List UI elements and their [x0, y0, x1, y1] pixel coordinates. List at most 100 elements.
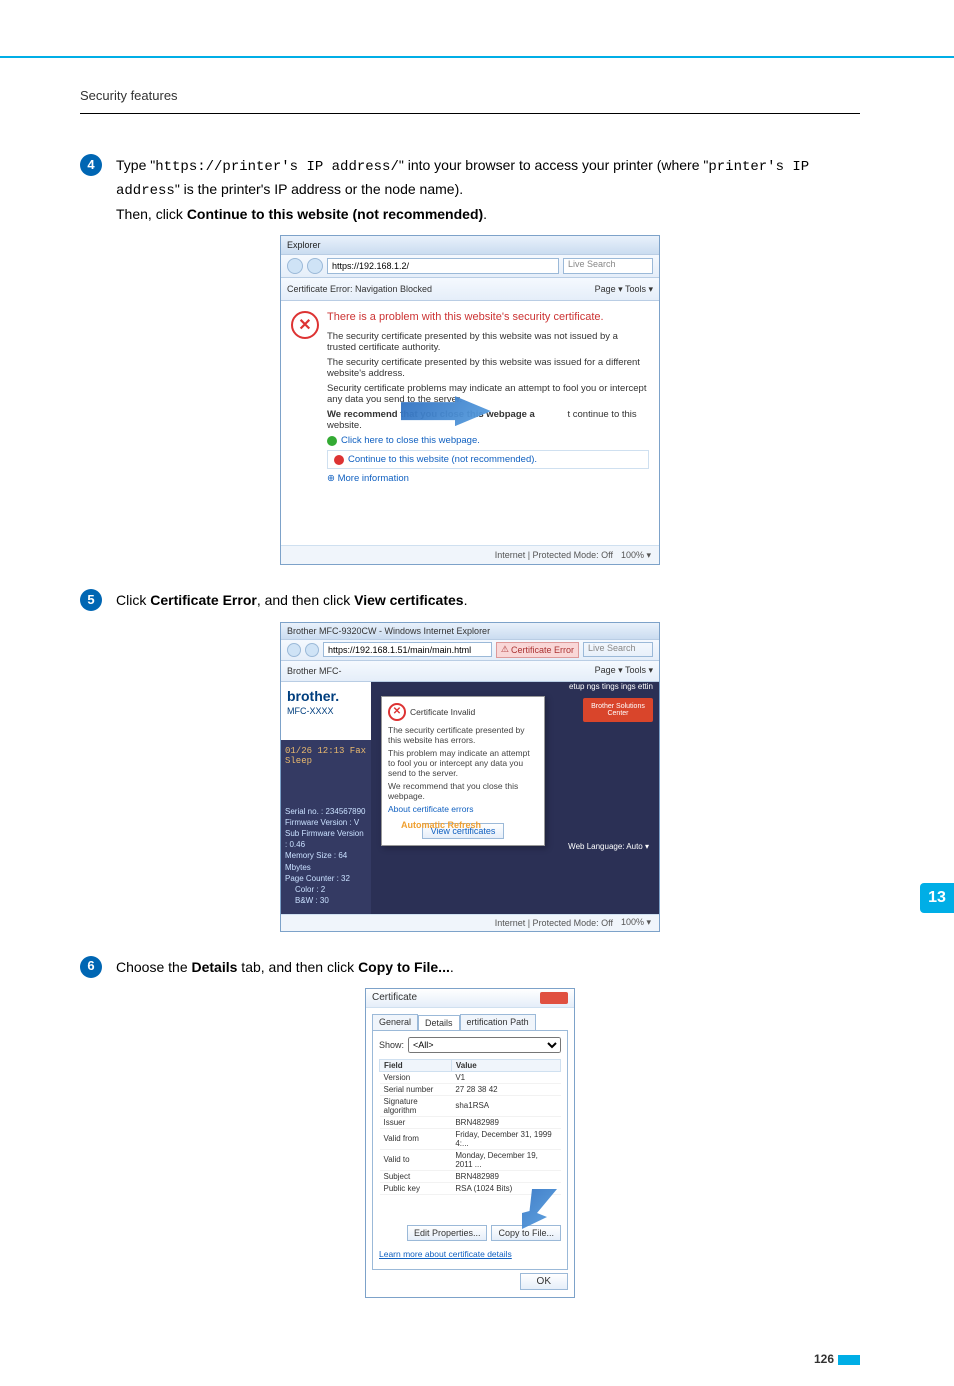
- brother-solutions-center-link[interactable]: Brother Solutions Center: [583, 698, 653, 722]
- ok-button[interactable]: OK: [520, 1273, 568, 1290]
- close-webpage-link[interactable]: Click here to close this webpage.: [341, 435, 480, 446]
- step4-text1: Type ": [116, 157, 155, 173]
- s1-body: ✕ There is a problem with this website's…: [281, 301, 659, 484]
- s3-button-row: Edit Properties... Copy to File...: [407, 1225, 561, 1241]
- s1-status: Internet | Protected Mode: Off: [495, 550, 613, 560]
- cert-invalid-x-icon: ✕: [388, 703, 406, 721]
- copy-to-file-button[interactable]: Copy to File...: [491, 1225, 561, 1241]
- automatic-refresh-link[interactable]: Automatic Refresh: [381, 820, 501, 830]
- show-select[interactable]: <All>: [408, 1037, 561, 1053]
- forward-button[interactable]: [307, 258, 323, 274]
- s1-content: There is a problem with this website's s…: [327, 311, 649, 484]
- screenshot-3: Certificate General Details ertification…: [365, 988, 575, 1298]
- screenshot-1: Explorer Live Search Certificate Error: …: [280, 235, 660, 565]
- s1-p3: Security certificate problems may indica…: [327, 383, 649, 405]
- s2-tab-caption[interactable]: Brother MFC-: [287, 666, 342, 676]
- cell-value: Monday, December 19, 2011 ...: [451, 1149, 560, 1170]
- stat-bw: B&W : 30: [285, 895, 367, 906]
- step4-line2a: Then, click: [116, 206, 187, 222]
- stat-fw: Firmware Version : V: [285, 817, 367, 828]
- tab-details[interactable]: Details: [418, 1015, 460, 1031]
- more-info-link[interactable]: ⊕ More information: [327, 473, 649, 484]
- popup-p1: The security certificate presented by th…: [388, 725, 538, 745]
- page-footer: 126: [80, 1322, 860, 1386]
- learn-more-link[interactable]: Learn more about certificate details: [379, 1249, 512, 1259]
- s2-sleep: Sleep: [285, 756, 367, 766]
- s2-sidebar: brother. MFC-XXXX: [281, 682, 383, 722]
- top-band: [0, 0, 954, 58]
- tab-general[interactable]: General: [372, 1014, 418, 1030]
- search-input[interactable]: Live Search: [563, 258, 653, 274]
- shield-x-icon: ✕: [291, 311, 319, 339]
- show-label: Show:: [379, 1040, 404, 1050]
- table-row[interactable]: Valid toMonday, December 19, 2011 ...: [380, 1149, 561, 1170]
- step5-t2: , and then click: [257, 592, 354, 608]
- cell-field: Serial number: [380, 1083, 452, 1095]
- close-button[interactable]: [540, 992, 568, 1004]
- stat-pc: Page Counter : 32: [285, 873, 367, 884]
- cell-field: Valid from: [380, 1128, 452, 1149]
- step6-b1: Details: [192, 959, 238, 975]
- s1-p4: We recommend that you close this webpage…: [327, 409, 649, 431]
- step5-b1: Certificate Error: [150, 592, 257, 608]
- red-dot-icon: [334, 455, 344, 465]
- step-6-number: 6: [80, 956, 102, 978]
- s2-status: Internet | Protected Mode: Off: [495, 918, 613, 928]
- s2-search-input[interactable]: Live Search: [583, 642, 653, 657]
- step5-b2: View certificates: [354, 592, 463, 608]
- tab-cert-path[interactable]: ertification Path: [460, 1014, 536, 1030]
- cell-field: Subject: [380, 1170, 452, 1182]
- table-row[interactable]: IssuerBRN482989: [380, 1116, 561, 1128]
- screenshot-2-wrap: Brother MFC-9320CW - Windows Internet Ex…: [80, 622, 860, 932]
- popup-title: Certificate Invalid: [410, 707, 475, 717]
- step6-t2: tab, and then click: [237, 959, 358, 975]
- step-4: 4 Type "https://printer's IP address/" i…: [80, 154, 860, 225]
- step4-text3: " is the printer's IP address or the nod…: [175, 181, 463, 197]
- screenshot-3-wrap: Certificate General Details ertification…: [80, 988, 860, 1298]
- cell-field: Signature algorithm: [380, 1095, 452, 1116]
- s2-timestamp: 01/26 12:13 Fax: [285, 746, 367, 756]
- cell-field: Version: [380, 1071, 452, 1083]
- step5-t3: .: [464, 592, 468, 608]
- s1-p2: The security certificate presented by th…: [327, 357, 649, 379]
- s1-tools[interactable]: Page ▾ Tools ▾: [595, 284, 653, 295]
- table-row[interactable]: Serial number27 28 38 42: [380, 1083, 561, 1095]
- step6-t1: Choose the: [116, 959, 192, 975]
- cell-value: BRN482989: [451, 1170, 560, 1182]
- certificate-error-button[interactable]: ⚠ Certificate Error: [496, 642, 579, 658]
- s2-url-input[interactable]: [323, 642, 492, 657]
- s2-tools[interactable]: Page ▾ Tools ▾: [595, 665, 653, 676]
- step5-t1: Click: [116, 592, 150, 608]
- s2-right-tabs[interactable]: etup ngs tings ings ettin: [569, 682, 653, 691]
- popup-about-link[interactable]: About certificate errors: [388, 804, 538, 814]
- continue-link-box[interactable]: Continue to this website (not recommende…: [327, 450, 649, 469]
- s2-forward-button[interactable]: [305, 643, 319, 657]
- show-row: Show: <All>: [379, 1037, 561, 1053]
- footer-accent-bar: [838, 1355, 860, 1365]
- cell-value: V1: [451, 1071, 560, 1083]
- s1-title-suffix: Explorer: [287, 240, 321, 250]
- table-row[interactable]: Signature algorithmsha1RSA: [380, 1095, 561, 1116]
- table-row[interactable]: SubjectBRN482989: [380, 1170, 561, 1182]
- cell-value: sha1RSA: [451, 1095, 560, 1116]
- step-5: 5 Click Certificate Error, and then clic…: [80, 589, 860, 611]
- url-input[interactable]: [327, 258, 559, 274]
- back-button[interactable]: [287, 258, 303, 274]
- continue-link[interactable]: Continue to this website (not recommende…: [348, 454, 537, 465]
- stat-subfw: Sub Firmware Version : 0.46: [285, 828, 367, 850]
- table-row[interactable]: Valid fromFriday, December 31, 1999 4:..…: [380, 1128, 561, 1149]
- s1-zoom[interactable]: 100% ▾: [621, 550, 651, 561]
- table-row[interactable]: VersionV1: [380, 1071, 561, 1083]
- step-4-number: 4: [80, 154, 102, 176]
- cell-value: BRN482989: [451, 1116, 560, 1128]
- web-language-select[interactable]: Web Language: Auto ▾: [568, 842, 649, 851]
- s2-zoom[interactable]: 100% ▾: [621, 917, 651, 928]
- s1-tab-caption[interactable]: Certificate Error: Navigation Blocked: [287, 284, 432, 294]
- s1-statusbar: Internet | Protected Mode: Off 100% ▾: [281, 545, 659, 564]
- s3-title: Certificate: [372, 992, 417, 1003]
- step4-line2b: Continue to this website (not recommende…: [187, 206, 483, 222]
- edit-properties-button[interactable]: Edit Properties...: [407, 1225, 488, 1241]
- s2-back-button[interactable]: [287, 643, 301, 657]
- green-dot-icon: [327, 436, 337, 446]
- cell-value: 27 28 38 42: [451, 1083, 560, 1095]
